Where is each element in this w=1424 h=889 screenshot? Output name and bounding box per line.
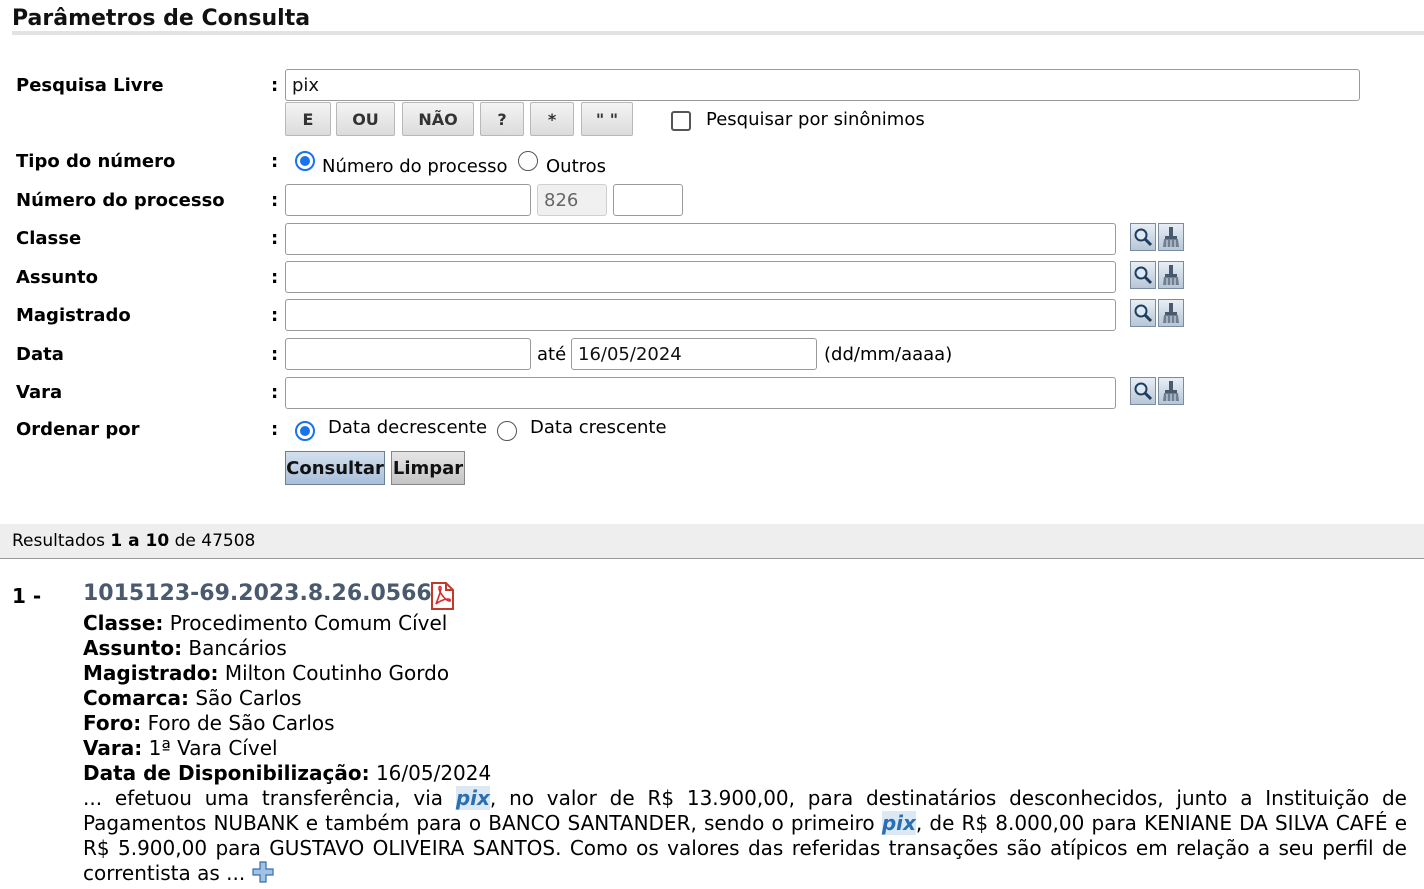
results-of: de — [174, 531, 196, 551]
colon: : — [271, 344, 279, 365]
process-number-input-2 — [537, 184, 607, 216]
order-label: Ordenar por — [16, 419, 140, 440]
result-comarca: Comarca: São Carlos — [83, 686, 302, 711]
result-vara: Vara: 1ª Vara Cível — [83, 736, 278, 761]
assunto-label: Assunto — [16, 267, 98, 288]
result-foro-value: Foro de São Carlos — [147, 711, 335, 735]
consultar-button[interactable]: Consultar — [285, 451, 385, 485]
header-underline — [12, 31, 1424, 35]
result-foro-label: Foro: — [83, 711, 142, 735]
page-title: Parâmetros de Consulta — [12, 6, 311, 31]
result-assunto-label: Assunto: — [83, 636, 183, 660]
colon: : — [271, 267, 279, 288]
synonyms-checkbox[interactable] — [671, 111, 691, 131]
magistrado-label: Magistrado — [16, 305, 131, 326]
result-data-value: 16/05/2024 — [375, 761, 492, 785]
result-classe-value: Procedimento Comum Cível — [169, 611, 448, 635]
broom-icon[interactable] — [1158, 299, 1184, 327]
result-classe: Classe: Procedimento Comum Cível — [83, 611, 447, 636]
vara-input[interactable] — [285, 377, 1116, 409]
result-excerpt: ... efetuou uma transferência, via pix, … — [83, 786, 1407, 889]
result-process-link[interactable]: 1015123-69.2023.8.26.0566 — [83, 581, 432, 606]
date-until-label: até — [537, 344, 567, 365]
assunto-lookup-buttons — [1130, 261, 1186, 291]
radio-process-number[interactable] — [295, 151, 315, 171]
result-assunto-value: Bancários — [188, 636, 287, 660]
result-data-label: Data de Disponibilização: — [83, 761, 370, 785]
result-process-number: 1015123-69.2023.8.26.0566 — [83, 581, 432, 606]
operator-question-button[interactable]: ? — [480, 102, 524, 136]
magistrado-input[interactable] — [285, 299, 1116, 331]
operator-wildcard-button[interactable]: * — [530, 102, 574, 136]
free-search-input[interactable] — [285, 69, 1360, 101]
excerpt-part-1: ... efetuou uma transferência, via — [83, 786, 456, 810]
vara-label: Vara — [16, 382, 63, 403]
broom-icon[interactable] — [1158, 261, 1184, 289]
search-icon[interactable] — [1130, 223, 1156, 251]
vara-lookup-buttons — [1130, 377, 1186, 407]
operator-not-button[interactable]: NÃO — [402, 102, 474, 136]
results-total: 47508 — [201, 531, 256, 551]
date-format-hint: (dd/mm/aaaa) — [824, 344, 953, 365]
result-magistrado-value: Milton Coutinho Gordo — [224, 661, 450, 685]
date-to-input[interactable] — [571, 338, 817, 370]
pdf-icon[interactable] — [428, 582, 456, 610]
results-range: 1 a 10 — [110, 531, 170, 551]
assunto-input[interactable] — [285, 261, 1116, 293]
process-number-input-3[interactable] — [613, 184, 683, 216]
search-icon[interactable] — [1130, 261, 1156, 289]
colon: : — [271, 151, 279, 172]
results-prefix: Resultados — [12, 531, 105, 551]
radio-order-desc[interactable] — [295, 421, 315, 441]
operator-quotes-button[interactable]: " " — [581, 102, 633, 136]
result-comarca-label: Comarca: — [83, 686, 189, 710]
excerpt-highlight: pix — [455, 786, 490, 810]
colon: : — [271, 419, 279, 440]
classe-label: Classe — [16, 228, 82, 249]
result-data: Data de Disponibilização: 16/05/2024 — [83, 761, 491, 786]
classe-input[interactable] — [285, 223, 1116, 255]
broom-icon[interactable] — [1158, 377, 1184, 405]
colon: : — [271, 75, 279, 96]
colon: : — [271, 228, 279, 249]
process-number-label: Número do processo — [16, 190, 225, 211]
result-assunto: Assunto: Bancários — [83, 636, 287, 661]
search-icon[interactable] — [1130, 377, 1156, 405]
number-type-label: Tipo do número — [16, 151, 176, 172]
radio-order-asc-label: Data crescente — [530, 417, 667, 438]
result-vara-label: Vara: — [83, 736, 143, 760]
result-magistrado-label: Magistrado: — [83, 661, 219, 685]
results-summary-bar: Resultados 1 a 10 de 47508 — [0, 524, 1424, 559]
radio-other-label: Outros — [546, 156, 607, 177]
colon: : — [271, 190, 279, 211]
colon: : — [271, 305, 279, 326]
process-number-input-1[interactable] — [285, 184, 531, 216]
result-index: 1 - — [12, 584, 42, 608]
synonyms-label: Pesquisar por sinônimos — [706, 109, 925, 130]
result-classe-label: Classe: — [83, 611, 164, 635]
result-vara-value: 1ª Vara Cível — [148, 736, 278, 760]
magistrado-lookup-buttons — [1130, 299, 1186, 329]
limpar-button[interactable]: Limpar — [391, 451, 465, 485]
result-magistrado: Magistrado: Milton Coutinho Gordo — [83, 661, 449, 686]
classe-lookup-buttons — [1130, 223, 1186, 253]
date-from-input[interactable] — [285, 338, 531, 370]
data-label: Data — [16, 344, 64, 365]
radio-order-asc[interactable] — [497, 421, 517, 441]
excerpt-highlight: pix — [881, 811, 916, 835]
free-search-label: Pesquisa Livre — [16, 75, 164, 96]
colon: : — [271, 382, 279, 403]
section-header: Parâmetros de Consulta — [0, 0, 1424, 42]
radio-process-number-label: Número do processo — [322, 156, 508, 177]
results-summary: Resultados 1 a 10 de 47508 — [12, 531, 255, 551]
operator-or-button[interactable]: OU — [336, 102, 395, 136]
result-foro: Foro: Foro de São Carlos — [83, 711, 335, 736]
broom-icon[interactable] — [1158, 223, 1184, 251]
search-icon[interactable] — [1130, 299, 1156, 327]
radio-other[interactable] — [518, 151, 538, 171]
operator-and-button[interactable]: E — [285, 102, 331, 136]
radio-order-desc-label: Data decrescente — [328, 417, 488, 438]
result-comarca-value: São Carlos — [195, 686, 302, 710]
expand-icon[interactable] — [252, 861, 274, 889]
